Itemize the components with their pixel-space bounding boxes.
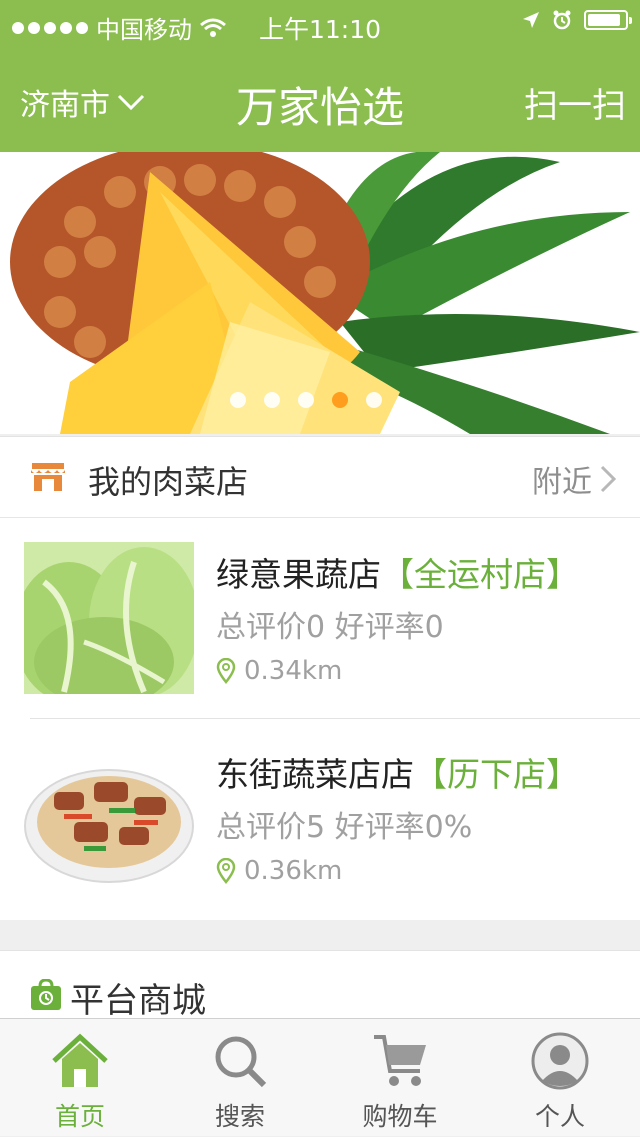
promo-banner[interactable] (0, 152, 640, 434)
battery-icon (584, 10, 632, 30)
pagination-dot[interactable] (332, 392, 348, 408)
store-item-1[interactable]: 绿意果蔬店【全运村店】 总评价0 好评率0 0.34km (0, 518, 640, 718)
cart-icon (374, 1035, 426, 1086)
store-name: 东街蔬菜店店【历下店】 (216, 748, 579, 796)
location-pin-icon (216, 858, 236, 884)
alarm-icon (553, 10, 571, 30)
tab-label: 个人 (534, 1102, 585, 1131)
tab-bar: 首页 搜索 购物车 个人 (0, 1018, 640, 1136)
tab-search[interactable]: 搜索 (160, 1019, 320, 1137)
store-distance: 0.36km (216, 856, 342, 886)
search-icon (215, 1036, 267, 1088)
user-icon (531, 1032, 589, 1090)
store-image-dish (24, 742, 194, 894)
store-branch: 【历下店】 (414, 755, 579, 794)
my-store-section-header: 我的肉菜店 附近 (0, 436, 640, 518)
tab-label: 搜索 (214, 1102, 265, 1131)
nav-bar: 济南市 万家怡选 扫一扫 (0, 48, 640, 152)
chevron-right-icon (600, 465, 616, 493)
scan-button[interactable]: 扫一扫 (524, 78, 626, 127)
store-branch: 【全运村店】 (381, 555, 579, 594)
platform-mall-section[interactable]: 平台商城 (0, 950, 640, 1021)
tab-cart[interactable]: 购物车 (320, 1019, 480, 1137)
banner-pagination[interactable] (230, 392, 382, 408)
store-item-2[interactable]: 东街蔬菜店店【历下店】 总评价5 好评率0% 0.36km (0, 718, 640, 918)
tab-label: 首页 (54, 1102, 105, 1131)
store-rating: 总评价5 好评率0% (216, 810, 473, 845)
tab-home[interactable]: 首页 (0, 1019, 160, 1137)
status-bar: 中国移动 上午11:10 (0, 0, 640, 48)
store-name: 绿意果蔬店【全运村店】 (216, 548, 579, 596)
store-list: 绿意果蔬店【全运村店】 总评价0 好评率0 0.34km 东街蔬菜店店【历下店】… (0, 518, 640, 920)
pagination-dot[interactable] (298, 392, 314, 408)
tab-profile[interactable]: 个人 (480, 1019, 640, 1137)
home-icon (52, 1033, 108, 1087)
pagination-dot[interactable] (366, 392, 382, 408)
distance-value: 0.34km (244, 656, 343, 686)
distance-value: 0.36km (244, 856, 343, 886)
mall-title: 平台商城 (70, 981, 206, 1021)
nearby-label: 附近 (532, 465, 592, 500)
shopping-bag-icon (31, 979, 61, 1010)
store-distance: 0.34km (216, 656, 342, 686)
store-icon (31, 463, 65, 491)
nearby-link[interactable]: 附近 (532, 457, 616, 501)
tab-label: 购物车 (362, 1102, 438, 1131)
store-name-text: 绿意果蔬店 (216, 555, 381, 594)
store-image-cabbage (24, 542, 194, 694)
store-name-text: 东街蔬菜店店 (216, 755, 414, 794)
pagination-dot[interactable] (230, 392, 246, 408)
store-rating: 总评价0 好评率0 (216, 610, 444, 645)
location-pin-icon (216, 658, 236, 684)
section-title: 我的肉菜店 (88, 463, 249, 501)
pagination-dot[interactable] (264, 392, 280, 408)
location-arrow-icon (523, 12, 539, 28)
